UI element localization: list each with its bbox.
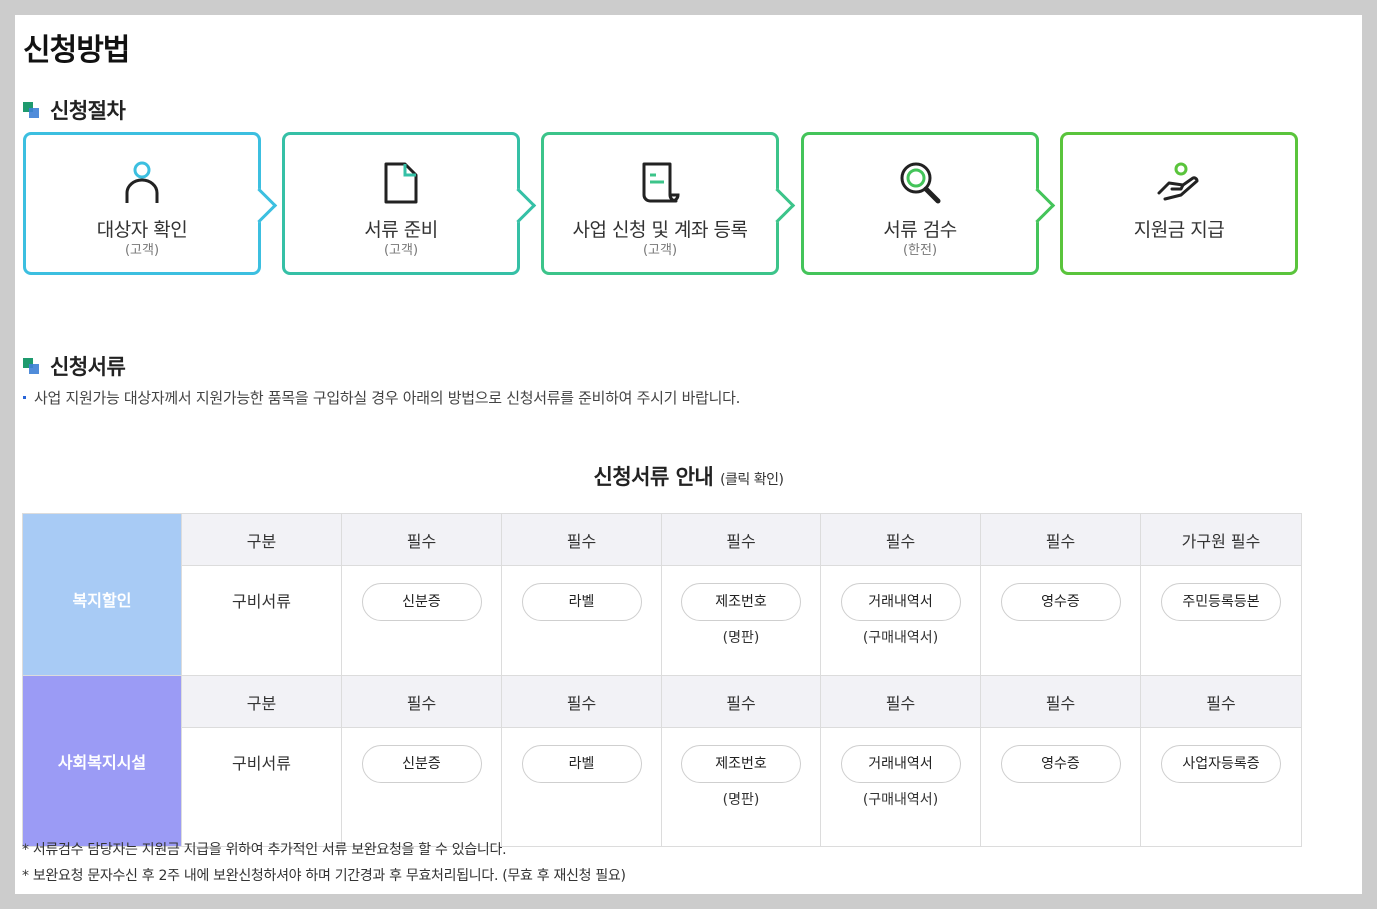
docs-table-social-welfare-facility: 사회복지시설 구분 필수 필수 필수 필수 필수 필수 구비서류 신분증 라벨 …: [22, 675, 1302, 847]
header-cell: 필수: [1140, 675, 1302, 728]
doc-button-serial-number[interactable]: 제조번호: [681, 745, 801, 783]
header-cell: 가구원 필수: [1140, 513, 1302, 566]
table-title-hint: (클릭 확인): [720, 472, 784, 488]
row-label: 구비서류: [181, 727, 342, 847]
page-title: 신청방법: [23, 33, 130, 68]
doc-button-receipt[interactable]: 영수증: [1000, 583, 1121, 621]
step-actor: (한전): [902, 243, 938, 258]
step-actor: (고객): [383, 243, 419, 258]
doc-button-resident-registration[interactable]: 주민등록등본: [1161, 583, 1281, 621]
category-cell: 사회복지시설: [22, 675, 182, 847]
doc-button-serial-number[interactable]: 제조번호: [681, 583, 801, 621]
step-document-review: 서류 검수 (한전): [801, 132, 1056, 275]
step-actor: (고객): [124, 243, 160, 258]
hand-coin-icon: [1157, 162, 1199, 201]
header-cell: 구분: [181, 513, 342, 566]
doc-sub-label: (명판): [722, 630, 760, 646]
header-cell: 필수: [661, 675, 821, 728]
header-cell: 구분: [181, 675, 342, 728]
table-heading: 신청서류 안내 (클릭 확인): [15, 461, 1362, 491]
step-application: 사업 신청 및 계좌 등록 (고객): [541, 132, 796, 275]
header-cell: 필수: [501, 513, 662, 566]
document-icon: [384, 162, 418, 204]
procedure-steps: 대상자 확인 (고객) 서류 준비 (고객) 사업 신청 및 계좌 등록 (고객…: [23, 132, 1303, 279]
step-label: 서류 준비: [364, 219, 438, 241]
category-cell: 복지할인: [22, 513, 182, 685]
documents-description: 사업 지원가능 대상자께서 지원가능한 품목을 구입하실 경우 아래의 방법으로…: [23, 387, 740, 408]
step-target-check: 대상자 확인 (고객): [23, 132, 278, 275]
documents-section-title: 신청서류: [23, 351, 126, 381]
doc-button-label[interactable]: 라벨: [521, 745, 642, 783]
documents-title: 신청서류: [50, 355, 126, 379]
step-document-prep: 서류 준비 (고객): [282, 132, 537, 275]
doc-button-transaction-statement[interactable]: 거래내역서: [840, 583, 961, 621]
square-bullet-icon: [23, 101, 40, 119]
step-label: 대상자 확인: [96, 219, 188, 241]
doc-sub-label: (구매내역서): [862, 792, 939, 808]
page: 신청방법 신청절차 대상자 확인 (고객) 서류 준비 (고객) 사업 신청 및…: [15, 15, 1362, 894]
table-title: 신청서류 안내: [593, 465, 714, 489]
step-label: 사업 신청 및 계좌 등록: [572, 219, 748, 241]
docs-table-welfare-discount: 복지할인 구분 필수 필수 필수 필수 필수 가구원 필수 구비서류 신분증 라…: [22, 513, 1302, 685]
step-label: 지원금 지급: [1133, 219, 1225, 241]
step-actor: (고객): [642, 243, 678, 258]
doc-button-transaction-statement[interactable]: 거래내역서: [840, 745, 961, 783]
header-cell: 필수: [980, 513, 1141, 566]
square-bullet-icon: [23, 357, 40, 375]
note-deadline: * 보완요청 문자수신 후 2주 내에 보완신청하셔야 하며 기간경과 후 무효…: [22, 868, 626, 884]
doc-button-receipt[interactable]: 영수증: [1000, 745, 1121, 783]
person-icon: [125, 161, 159, 203]
scroll-icon: [642, 162, 680, 203]
doc-button-id-card[interactable]: 신분증: [361, 583, 482, 621]
doc-button-id-card[interactable]: 신분증: [361, 745, 482, 783]
procedure-section-title: 신청절차: [23, 95, 126, 125]
doc-sub-label: (구매내역서): [862, 630, 939, 646]
bullet-icon: [23, 396, 26, 399]
doc-button-business-registration[interactable]: 사업자등록증: [1161, 745, 1281, 783]
step-label: 서류 검수: [883, 219, 957, 241]
description-text: 사업 지원가능 대상자께서 지원가능한 품목을 구입하실 경우 아래의 방법으로…: [34, 389, 741, 407]
step-payment: 지원금 지급: [1060, 132, 1298, 275]
header-cell: 필수: [341, 513, 502, 566]
header-cell: 필수: [980, 675, 1141, 728]
doc-sub-label: (명판): [722, 792, 760, 808]
row-label: 구비서류: [181, 565, 342, 685]
header-cell: 필수: [820, 675, 981, 728]
header-cell: 필수: [341, 675, 502, 728]
doc-button-label[interactable]: 라벨: [521, 583, 642, 621]
magnifier-icon: [900, 162, 941, 204]
header-cell: 필수: [661, 513, 821, 566]
header-cell: 필수: [501, 675, 662, 728]
header-cell: 필수: [820, 513, 981, 566]
procedure-title: 신청절차: [50, 99, 126, 123]
note-supplement-request: * 서류검수 담당자는 지원금 지급을 위하여 추가적인 서류 보완요청을 할 …: [22, 842, 507, 858]
